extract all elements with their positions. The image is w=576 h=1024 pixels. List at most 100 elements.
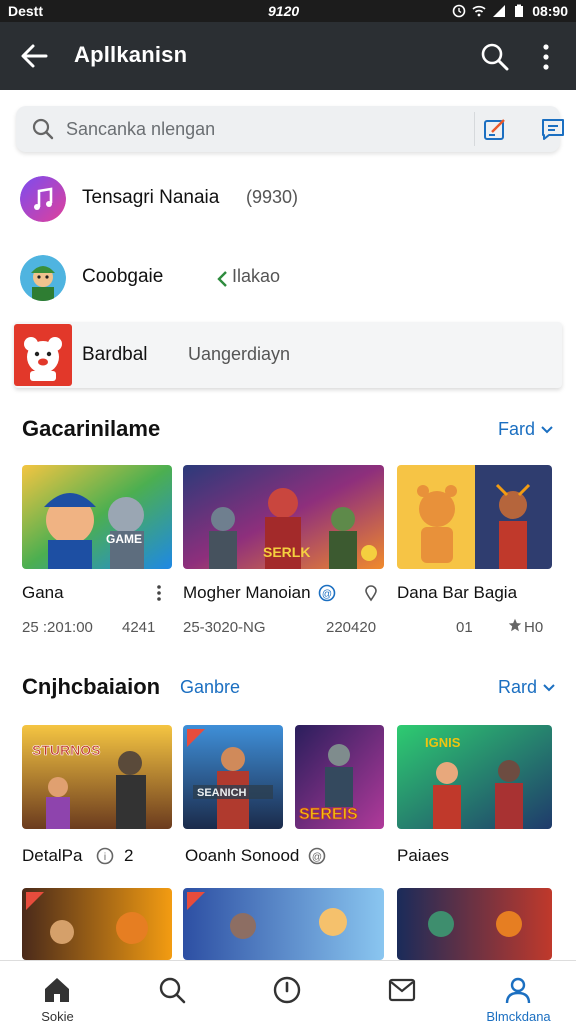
nav-search[interactable] <box>115 961 230 1024</box>
card-title: Dana Bar Bagia <box>397 583 518 602</box>
game-artwork <box>397 888 552 960</box>
game-artwork <box>22 888 172 960</box>
game-artwork: GAME <box>22 465 172 569</box>
suggestion-item[interactable]: Tensagri Nanaia (9930) <box>0 164 576 236</box>
nav-discover[interactable] <box>230 961 345 1024</box>
suggestion-item-highlighted[interactable]: Bardbal Uangerdiayn <box>14 322 562 388</box>
section-more-label: Fard <box>498 419 536 439</box>
game-avatar-icon <box>20 255 66 301</box>
game-artwork: SERLK <box>183 465 384 569</box>
search-field-icon <box>32 118 54 140</box>
section-title: Gacarinilame <box>22 416 161 441</box>
game-artwork <box>397 465 552 569</box>
search-input[interactable] <box>66 114 446 144</box>
suggestion-name: Tensagri Nanaia <box>82 187 220 208</box>
compass-icon <box>273 976 301 1004</box>
app-bar: Apllkanisn <box>0 22 576 90</box>
suggestion-meta: (9930) <box>246 187 299 207</box>
card-meta-value: 220420 <box>326 619 377 636</box>
svg-text:GAME: GAME <box>106 532 142 546</box>
card-rating: H0 <box>524 619 544 636</box>
game-card-image[interactable] <box>397 465 552 569</box>
card-meta: 25 :201:00 <box>22 619 93 636</box>
status-bar: Destt 9120 08:90 <box>0 0 576 22</box>
svg-text:SEREIS: SEREIS <box>299 806 358 823</box>
card-count: 2 <box>124 846 134 865</box>
nav-label: Blmckdana <box>486 1009 551 1024</box>
nav-profile[interactable]: Blmckdana <box>461 961 576 1024</box>
info-icon[interactable]: i <box>96 847 114 865</box>
location-pin-icon[interactable] <box>362 584 380 602</box>
battery-icon <box>515 4 524 17</box>
status-center-text: 9120 <box>268 3 300 19</box>
suggestion-meta: Uangerdiayn <box>188 344 291 364</box>
wifi-icon <box>472 5 486 17</box>
game-card-image[interactable] <box>22 888 172 960</box>
nav-label: Sokie <box>41 1009 74 1024</box>
card-meta: 25-3020-NG <box>183 619 266 636</box>
game-card-image[interactable]: SEREIS <box>295 725 384 829</box>
game-card-image[interactable]: GAME <box>22 465 172 569</box>
star-icon <box>508 618 522 632</box>
signal-icon <box>493 5 506 17</box>
svg-text:@: @ <box>322 589 332 600</box>
profile-icon <box>505 977 531 1004</box>
info-icon[interactable]: @ <box>308 847 326 865</box>
card-meta: 01 <box>456 619 473 636</box>
section-title: Cnjhcbaiaion <box>22 674 161 699</box>
more-vert-icon[interactable] <box>536 42 556 72</box>
search-bar <box>16 106 564 152</box>
suggestion-item[interactable]: Coobgaie Ilakao <box>0 243 576 315</box>
info-icon[interactable]: @ <box>318 584 336 602</box>
svg-text:STURNOS: STURNOS <box>32 742 100 758</box>
clock-text: 08:90 <box>532 3 568 19</box>
card-title: Paiaes <box>397 846 449 865</box>
chevron-down-icon <box>541 426 553 434</box>
bear-app-icon <box>14 324 72 386</box>
suggestion-name: Bardbal <box>82 344 148 365</box>
suggestion-meta: Ilakao <box>232 266 281 286</box>
message-icon[interactable] <box>540 116 566 142</box>
card-title: Gana <box>22 583 64 602</box>
game-artwork: STURNOS <box>22 725 172 829</box>
card-title: Mogher Manoian <box>183 583 311 602</box>
svg-text:@: @ <box>312 852 322 863</box>
home-icon <box>45 978 69 1002</box>
music-app-icon <box>20 176 66 222</box>
chevron-down-icon <box>543 684 555 692</box>
game-card-image[interactable]: IGNIS <box>397 725 552 829</box>
section-more-label: Rard <box>498 677 538 697</box>
svg-text:i: i <box>104 852 106 863</box>
card-meta-value: 4241 <box>122 619 156 636</box>
game-artwork: IGNIS <box>397 725 552 829</box>
section-more-link[interactable]: Rard <box>498 677 556 698</box>
game-card-image[interactable] <box>397 888 552 960</box>
game-card-image[interactable] <box>183 888 384 960</box>
nav-home[interactable]: Sokie <box>0 961 115 1024</box>
game-artwork: SEREIS <box>295 725 384 829</box>
game-card-image[interactable]: SERLK <box>183 465 384 569</box>
section-more-link[interactable]: Fard <box>498 419 554 440</box>
bottom-navigation: Sokie Blmckdana <box>0 960 576 1024</box>
status-right-group: 08:90 <box>452 3 568 19</box>
svg-text:SEANICH: SEANICH <box>197 787 247 799</box>
page-title: Apllkanisn <box>74 42 188 67</box>
search-icon <box>159 977 186 1004</box>
edit-icon[interactable] <box>482 116 508 142</box>
card-title: DetalPa <box>22 846 83 865</box>
section-subtitle-link[interactable]: Ganbre <box>180 677 240 698</box>
card-title: Ooanh Sonood <box>185 846 300 865</box>
search-divider <box>474 112 475 146</box>
more-options-icon[interactable] <box>150 584 168 602</box>
game-artwork: SEANICH <box>183 725 283 829</box>
game-card-image[interactable]: STURNOS <box>22 725 172 829</box>
game-artwork <box>183 888 384 960</box>
back-arrow-icon[interactable] <box>18 42 50 70</box>
svg-text:SERLK: SERLK <box>263 544 310 560</box>
game-card-image[interactable]: SEANICH <box>183 725 283 829</box>
status-left-text: Destt <box>8 3 44 19</box>
svg-text:IGNIS: IGNIS <box>425 735 461 750</box>
search-icon[interactable] <box>480 42 510 72</box>
alarm-icon <box>452 4 466 18</box>
nav-inbox[interactable] <box>345 961 460 1024</box>
